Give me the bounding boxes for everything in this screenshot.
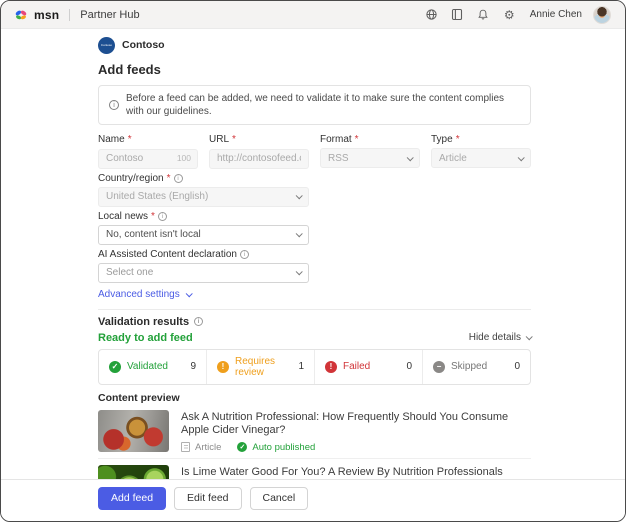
article-status: Auto published [252, 442, 315, 453]
publisher-name: Contoso [122, 39, 165, 51]
failed-error-icon [325, 361, 337, 373]
user-name: Annie Chen [530, 9, 582, 20]
required-asterisk: * [355, 135, 359, 145]
failed-count: 0 [406, 361, 412, 372]
country-info-icon[interactable] [174, 174, 183, 183]
page-title: Add feeds [98, 62, 531, 77]
publisher-row: Contoso Contoso [98, 37, 531, 53]
country-select: United States (English) [98, 187, 309, 207]
requires-review-count: 1 [298, 361, 304, 372]
msn-logo-text: msn [34, 8, 59, 22]
header-divider [69, 9, 70, 21]
name-label: Name* [98, 135, 198, 145]
skipped-count: 0 [514, 361, 520, 372]
country-label: Country/region* [98, 174, 309, 184]
action-footer: Add feed Edit feed Cancel [1, 479, 625, 521]
edit-feed-button[interactable]: Edit feed [174, 487, 241, 510]
url-label: URL* [209, 135, 309, 145]
validation-status-row: Ready to add feed Hide details [98, 332, 531, 344]
header-actions: ⚙ Annie Chen [424, 6, 611, 24]
app-name: Partner Hub [80, 9, 139, 21]
local-news-label: Local news* [98, 212, 309, 222]
validation-status: Ready to add feed [98, 332, 193, 344]
required-asterisk: * [151, 212, 155, 222]
country-field-group: Country/region* United States (English) [98, 174, 309, 207]
article-title: Is Lime Water Good For You? A Review By … [181, 466, 503, 479]
validated-check-icon [109, 361, 121, 373]
advanced-settings-link[interactable]: Advanced settings [98, 290, 191, 300]
validation-results-title: Validation results [98, 316, 531, 328]
local-news-field-group: Local news* No, content isn't local [98, 212, 309, 245]
type-label: Type* [431, 135, 531, 145]
article-title: Ask A Nutrition Professional: How Freque… [181, 411, 531, 437]
brand-area: msn Partner Hub [13, 7, 140, 22]
partner-hub-window: msn Partner Hub ⚙ Annie C [0, 0, 626, 522]
validation-summary-box: Validated 9 Requires review 1 Failed 0 S… [98, 349, 531, 385]
name-field-group: Name* 100 [98, 135, 198, 169]
required-asterisk: * [232, 135, 236, 145]
format-select: RSS [320, 148, 420, 168]
validated-count: 9 [190, 361, 196, 372]
chevron-down-icon [526, 333, 533, 340]
url-input [209, 149, 309, 169]
local-news-info-icon[interactable] [158, 212, 167, 221]
requires-review-warning-icon [217, 361, 229, 373]
failed-stat: Failed 0 [314, 350, 422, 384]
required-asterisk: * [456, 135, 460, 145]
ai-declaration-label: AI Assisted Content declaration [98, 250, 309, 260]
add-feed-button[interactable]: Add feed [98, 487, 166, 510]
publisher-avatar-text: Contoso [101, 43, 112, 47]
ai-declaration-select[interactable]: Select one [98, 263, 309, 283]
validated-stat: Validated 9 [99, 350, 206, 384]
type-field-group: Type* Article [431, 135, 531, 169]
type-select: Article [431, 148, 531, 168]
chevron-down-icon [185, 290, 192, 297]
article-type-icon [181, 442, 190, 452]
section-divider [98, 309, 531, 310]
chevron-down-icon [296, 192, 303, 199]
info-banner-text: Before a feed can be added, we need to v… [126, 92, 520, 118]
msn-butterfly-logo-icon [13, 7, 28, 22]
format-field-group: Format* RSS [320, 135, 420, 169]
skipped-stat: Skipped 0 [422, 350, 530, 384]
main-content: Contoso Contoso Add feeds Before a feed … [1, 29, 531, 522]
content-preview-title: Content preview [98, 393, 531, 404]
required-asterisk: * [167, 174, 171, 184]
info-icon [109, 100, 119, 110]
hide-details-toggle[interactable]: Hide details [469, 332, 531, 343]
settings-gear-icon[interactable]: ⚙ [502, 7, 517, 22]
language-globe-icon[interactable] [424, 7, 439, 22]
requires-review-stat: Requires review 1 [206, 350, 314, 384]
ai-declaration-info-icon[interactable] [240, 250, 249, 259]
local-news-select[interactable]: No, content isn't local [98, 225, 309, 245]
top-bar: msn Partner Hub ⚙ Annie C [1, 1, 625, 29]
resources-book-icon[interactable] [450, 7, 465, 22]
skipped-minus-icon [433, 361, 445, 373]
content-preview-item[interactable]: Ask A Nutrition Professional: How Freque… [98, 404, 531, 459]
cancel-button[interactable]: Cancel [250, 487, 309, 510]
thumbnail-apple-cider-vinegar [98, 410, 169, 452]
feed-fields-row: Name* 100 URL* Format* RSS [98, 135, 531, 169]
publisher-avatar: Contoso [98, 37, 115, 54]
article-meta: Article Auto published [181, 442, 531, 453]
notifications-bell-icon[interactable] [476, 7, 491, 22]
user-avatar[interactable] [593, 6, 611, 24]
info-banner: Before a feed can be added, we need to v… [98, 85, 531, 125]
article-type: Article [195, 442, 221, 453]
validation-info-icon[interactable] [194, 317, 203, 326]
ai-declaration-field-group: AI Assisted Content declaration Select o… [98, 250, 309, 283]
chevron-down-icon [296, 268, 303, 275]
url-field-group: URL* [209, 135, 309, 169]
auto-published-check-icon [237, 442, 247, 452]
chevron-down-icon [407, 154, 414, 161]
name-char-counter: 100 [177, 153, 191, 163]
required-asterisk: * [128, 135, 132, 145]
chevron-down-icon [518, 154, 525, 161]
format-label: Format* [320, 135, 420, 145]
chevron-down-icon [296, 230, 303, 237]
